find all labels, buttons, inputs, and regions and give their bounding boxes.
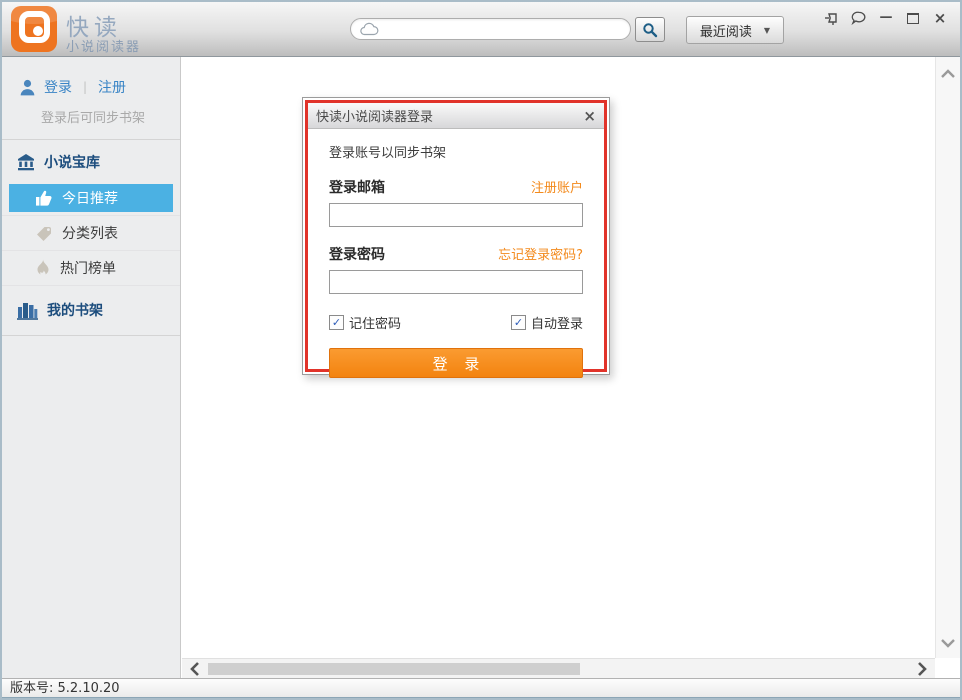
password-field[interactable]: [329, 270, 583, 294]
sidebar-divider: [2, 335, 180, 336]
login-button[interactable]: 登 录: [329, 348, 583, 378]
forgot-password-link[interactable]: 忘记登录密码?: [498, 244, 583, 263]
sidebar-section-bookshelf-label: 我的书架: [47, 300, 103, 320]
search-button[interactable]: [635, 17, 665, 42]
dialog-subtitle: 登录账号以同步书架: [329, 142, 583, 161]
email-field[interactable]: [329, 203, 583, 227]
thumbs-up-icon: [35, 190, 53, 207]
remember-password-label: 记住密码: [349, 313, 401, 332]
scroll-left-icon[interactable]: [190, 661, 200, 677]
minimize-icon[interactable]: —: [878, 10, 894, 26]
status-bar: 版本号: 5.2.10.20: [2, 678, 960, 698]
sidebar-login-link[interactable]: 登录: [44, 77, 72, 97]
sidebar-login-row: 登录 | 注册: [2, 57, 180, 97]
password-label-row: 登录密码 忘记登录密码?: [329, 244, 583, 264]
flame-icon: [35, 259, 51, 277]
sidebar-item-hot-ranking[interactable]: 热门榜单: [2, 254, 180, 282]
login-register-separator: |: [79, 80, 91, 94]
sidebar-item-today-recommend[interactable]: 今日推荐: [9, 184, 173, 212]
sidebar-section-library-label: 小说宝库: [44, 152, 100, 172]
sidebar-item-category-list[interactable]: 分类列表: [2, 219, 180, 247]
dialog-titlebar: 快读小说阅读器登录 ×: [308, 103, 604, 129]
email-label-row: 登录邮箱 注册账户: [329, 177, 583, 197]
search-input[interactable]: [384, 21, 630, 37]
vertical-scrollbar[interactable]: [935, 57, 960, 658]
recent-read-label: 最近阅读: [700, 21, 752, 40]
remember-password-checkbox[interactable]: ✓ 记住密码: [329, 313, 401, 332]
annotation-red-border: 快读小说阅读器登录 × 登录账号以同步书架 登录邮箱 注册账户 登录密码 忘记登…: [305, 100, 607, 372]
message-icon[interactable]: [851, 10, 867, 26]
app-logo-icon: [11, 6, 57, 52]
nav-row: 分类列表: [2, 216, 180, 251]
horizontal-scrollbar[interactable]: [182, 658, 935, 679]
checkbox-check-icon: ✓: [511, 315, 526, 330]
scroll-up-icon[interactable]: [940, 69, 956, 79]
chevron-down-icon: ▼: [764, 26, 770, 35]
sidebar-section-bookshelf[interactable]: 我的书架: [2, 286, 180, 329]
dialog-body: 登录账号以同步书架 登录邮箱 注册账户 登录密码 忘记登录密码? ✓ 记住密码: [308, 129, 604, 378]
user-icon: [18, 78, 37, 97]
dialog-close-icon[interactable]: ×: [583, 107, 596, 125]
sidebar-item-label: 热门榜单: [60, 258, 116, 278]
scroll-down-icon[interactable]: [940, 638, 956, 648]
search-icon: [642, 22, 658, 38]
library-icon: [16, 153, 36, 171]
close-icon[interactable]: ×: [932, 10, 948, 26]
login-dialog: 快读小说阅读器登录 × 登录账号以同步书架 登录邮箱 注册账户 登录密码 忘记登…: [302, 97, 610, 375]
nav-row: 热门榜单: [2, 251, 180, 286]
pin-icon[interactable]: [824, 10, 840, 26]
sidebar-item-label: 分类列表: [62, 223, 118, 243]
scroll-right-icon[interactable]: [917, 661, 927, 677]
app-window: 快读 小说阅读器 最近阅读 ▼: [0, 0, 962, 700]
auto-login-label: 自动登录: [531, 313, 583, 332]
email-label: 登录邮箱: [329, 177, 385, 197]
header: 快读 小说阅读器 最近阅读 ▼: [2, 2, 960, 57]
app-subtitle: 小说阅读器: [66, 36, 141, 55]
auto-login-checkbox[interactable]: ✓ 自动登录: [511, 313, 583, 332]
window-controls: — ×: [824, 10, 948, 26]
scrollbar-thumb[interactable]: [208, 663, 580, 675]
sidebar-login-hint: 登录后可同步书架: [41, 107, 180, 126]
bookshelf-icon: [16, 301, 39, 320]
tag-icon: [35, 225, 53, 242]
version-label: 版本号: 5.2.10.20: [10, 681, 120, 696]
sidebar: 登录 | 注册 登录后可同步书架 小说宝库 今日推荐: [2, 57, 181, 678]
sidebar-section-library[interactable]: 小说宝库: [2, 140, 180, 181]
password-label: 登录密码: [329, 244, 385, 264]
register-account-link[interactable]: 注册账户: [531, 177, 583, 196]
maximize-icon[interactable]: [905, 10, 921, 26]
recent-read-button[interactable]: 最近阅读 ▼: [686, 16, 784, 44]
dialog-title: 快读小说阅读器登录: [316, 106, 433, 125]
sidebar-register-link[interactable]: 注册: [98, 77, 126, 97]
sidebar-item-label: 今日推荐: [62, 188, 118, 208]
checkbox-row: ✓ 记住密码 ✓ 自动登录: [329, 313, 583, 332]
cloud-icon: [360, 22, 379, 36]
nav-row: 今日推荐: [2, 181, 180, 216]
checkbox-check-icon: ✓: [329, 315, 344, 330]
search-box[interactable]: [350, 18, 631, 40]
